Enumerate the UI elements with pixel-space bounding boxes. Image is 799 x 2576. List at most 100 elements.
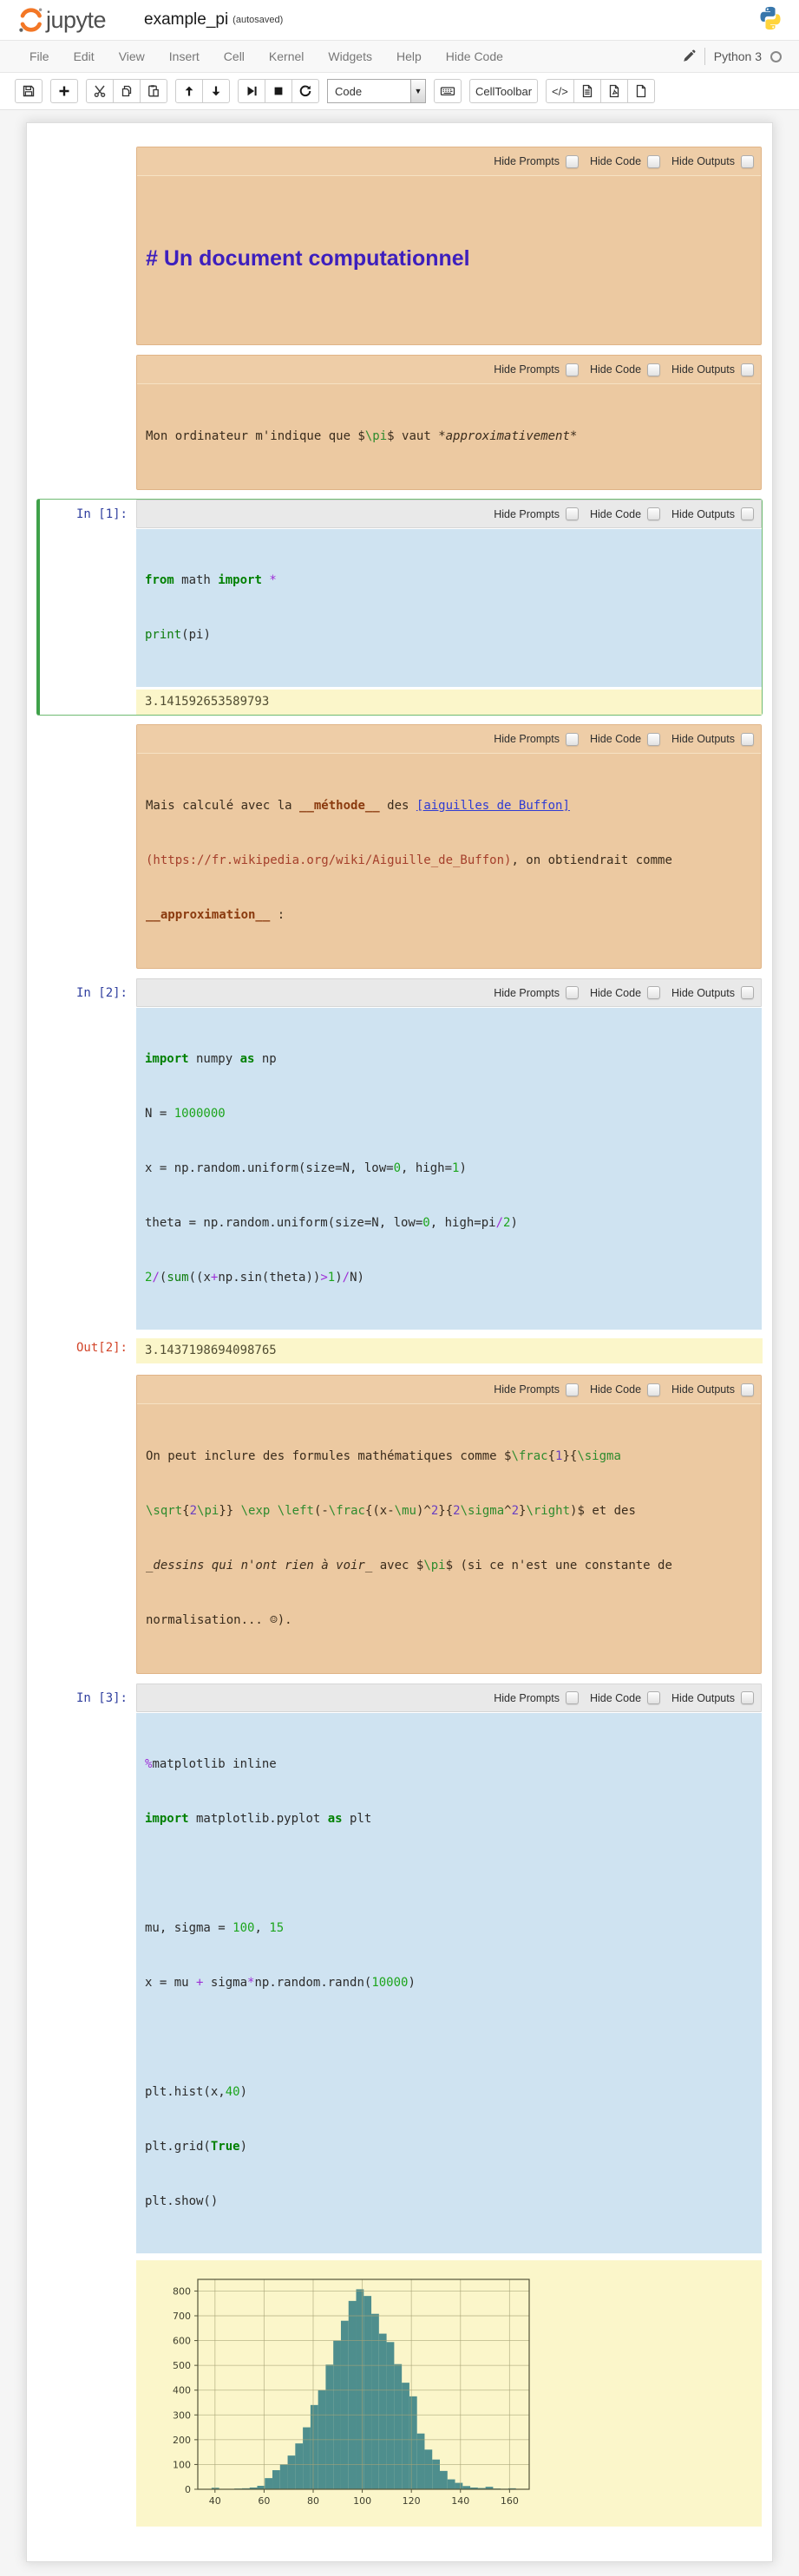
cell-toolbar: Hide Prompts Hide Code Hide Outputs xyxy=(136,1684,762,1712)
prompt-column[interactable] xyxy=(40,724,136,969)
prompt-column[interactable] xyxy=(40,1375,136,1674)
notebook-title[interactable]: example_pi xyxy=(144,10,228,29)
hide-prompts-checkbox[interactable] xyxy=(566,986,579,999)
menu-item-edit[interactable]: Edit xyxy=(62,49,107,63)
move-cell-down-button[interactable] xyxy=(202,79,230,103)
markdown-source[interactable]: # Un document computationnel xyxy=(137,176,761,344)
output-figure: 4060801001201401600100200300400500600700… xyxy=(136,2260,762,2527)
hide-prompts-checkbox[interactable] xyxy=(566,155,579,168)
hide-outputs-checkbox[interactable] xyxy=(741,363,754,376)
jupyter-logo[interactable]: jupyter xyxy=(16,4,106,36)
hide-outputs-checkbox[interactable] xyxy=(741,986,754,999)
input-prompt[interactable]: In [2]: xyxy=(40,978,136,1330)
svg-text:160: 160 xyxy=(501,2495,519,2507)
hide-prompts-label: Hide Prompts xyxy=(494,508,560,520)
chevron-down-icon: ▼ xyxy=(410,80,425,102)
hide-code-checkbox[interactable] xyxy=(647,1383,660,1396)
copy-cell-button[interactable] xyxy=(113,79,141,103)
hide-code-label: Hide Code xyxy=(590,363,641,376)
cut-cell-button[interactable] xyxy=(86,79,114,103)
output-prompt: Out[2]: xyxy=(40,1338,136,1363)
code-cell-2[interactable]: In [2]: Hide Prompts Hide Code Hide Outp… xyxy=(36,977,763,1330)
hide-outputs-label: Hide Outputs xyxy=(671,363,735,376)
save-button[interactable] xyxy=(15,79,43,103)
hide-prompts-checkbox[interactable] xyxy=(566,507,579,520)
markdown-source[interactable]: Mon ordinateur m'indique que $\pi$ vaut … xyxy=(137,384,761,489)
hide-outputs-checkbox[interactable] xyxy=(741,507,754,520)
app-header: jupyter example_pi (autosaved) xyxy=(0,0,799,40)
hide-code-checkbox[interactable] xyxy=(647,733,660,746)
toggle-code-button[interactable]: </> xyxy=(546,79,574,103)
svg-text:500: 500 xyxy=(173,2360,191,2371)
hide-code-checkbox[interactable] xyxy=(647,1691,660,1704)
menu-item-hide-code[interactable]: Hide Code xyxy=(434,49,515,63)
markdown-source[interactable]: On peut inclure des formules mathématiqu… xyxy=(137,1404,761,1673)
code-cell-1[interactable]: In [1]: Hide Prompts Hide Code Hide Outp… xyxy=(36,499,763,716)
histogram-figure: 4060801001201401600100200300400500600700… xyxy=(150,2267,542,2517)
hide-prompts-label: Hide Prompts xyxy=(494,1692,560,1704)
hide-outputs-label: Hide Outputs xyxy=(671,733,735,745)
menubar: File Edit View Insert Cell Kernel Widget… xyxy=(0,40,799,73)
hide-code-label: Hide Code xyxy=(590,1383,641,1396)
code-editor[interactable]: from math import * print(pi) xyxy=(136,529,762,687)
new-notebook-button[interactable] xyxy=(627,79,655,103)
hide-outputs-checkbox[interactable] xyxy=(741,1691,754,1704)
hide-prompts-checkbox[interactable] xyxy=(566,733,579,746)
hide-code-label: Hide Code xyxy=(590,508,641,520)
prompt-column[interactable] xyxy=(40,147,136,345)
hide-prompts-checkbox[interactable] xyxy=(566,363,579,376)
cell-type-select[interactable]: Code ▼ xyxy=(327,79,426,103)
hide-prompts-label: Hide Prompts xyxy=(494,155,560,167)
hide-code-checkbox[interactable] xyxy=(647,155,660,168)
paste-cell-button[interactable] xyxy=(140,79,167,103)
code-editor[interactable]: import numpy as np N = 1000000 x = np.ra… xyxy=(136,1008,762,1330)
prompt-column[interactable] xyxy=(40,355,136,490)
hide-outputs-checkbox[interactable] xyxy=(741,155,754,168)
move-cell-up-button[interactable] xyxy=(175,79,203,103)
hide-prompts-checkbox[interactable] xyxy=(566,1691,579,1704)
svg-text:40: 40 xyxy=(209,2495,221,2507)
svg-text:300: 300 xyxy=(173,2409,191,2421)
menu-item-insert[interactable]: Insert xyxy=(157,49,212,63)
menu-item-file[interactable]: File xyxy=(17,49,62,63)
hide-outputs-checkbox[interactable] xyxy=(741,1383,754,1396)
run-cell-button[interactable] xyxy=(238,79,265,103)
menu-item-help[interactable]: Help xyxy=(384,49,434,63)
hide-code-checkbox[interactable] xyxy=(647,507,660,520)
markdown-cell-intro[interactable]: Hide Prompts Hide Code Hide Outputs Mon … xyxy=(36,354,763,491)
hide-prompts-checkbox[interactable] xyxy=(566,1383,579,1396)
code-editor[interactable]: %matplotlib inline import matplotlib.pyp… xyxy=(136,1713,762,2253)
edit-mode-pencil-icon xyxy=(682,49,696,63)
svg-text:120: 120 xyxy=(403,2495,421,2507)
menu-item-view[interactable]: View xyxy=(107,49,157,63)
hide-prompts-label: Hide Prompts xyxy=(494,987,560,999)
restart-kernel-button[interactable] xyxy=(291,79,319,103)
input-prompt[interactable]: In [1]: xyxy=(40,500,136,715)
menu-item-cell[interactable]: Cell xyxy=(212,49,257,63)
code-cell-3[interactable]: In [3]: Hide Prompts Hide Code Hide Outp… xyxy=(36,1683,763,2527)
cell-toolbar: Hide Prompts Hide Code Hide Outputs xyxy=(137,147,761,176)
input-prompt[interactable]: In [3]: xyxy=(40,1684,136,2527)
hide-code-checkbox[interactable] xyxy=(647,363,660,376)
hide-code-checkbox[interactable] xyxy=(647,986,660,999)
markdown-source[interactable]: Mais calculé avec la __méthode__ des [ai… xyxy=(137,754,761,968)
markdown-cell-buffon[interactable]: Hide Prompts Hide Code Hide Outputs Mais… xyxy=(36,723,763,970)
hide-outputs-checkbox[interactable] xyxy=(741,733,754,746)
interrupt-kernel-button[interactable] xyxy=(265,79,292,103)
cell-toolbar: Hide Prompts Hide Code Hide Outputs xyxy=(137,356,761,384)
hide-prompts-label: Hide Prompts xyxy=(494,733,560,745)
hide-code-label: Hide Code xyxy=(590,1692,641,1704)
cell-toolbar: Hide Prompts Hide Code Hide Outputs xyxy=(136,500,762,528)
markdown-cell-formulas[interactable]: Hide Prompts Hide Code Hide Outputs On p… xyxy=(36,1374,763,1675)
menu-item-widgets[interactable]: Widgets xyxy=(316,49,384,63)
menu-item-kernel[interactable]: Kernel xyxy=(257,49,316,63)
celltoolbar-button[interactable]: CellToolbar xyxy=(469,79,538,103)
keyboard-shortcuts-button[interactable] xyxy=(434,79,462,103)
export-pdf-button[interactable] xyxy=(600,79,628,103)
svg-text:80: 80 xyxy=(307,2495,319,2507)
markdown-cell-title[interactable]: Hide Prompts Hide Code Hide Outputs # Un… xyxy=(36,146,763,346)
svg-text:800: 800 xyxy=(173,2285,191,2297)
export-document-button[interactable] xyxy=(573,79,601,103)
insert-cell-below-button[interactable] xyxy=(50,79,78,103)
hide-outputs-label: Hide Outputs xyxy=(671,508,735,520)
